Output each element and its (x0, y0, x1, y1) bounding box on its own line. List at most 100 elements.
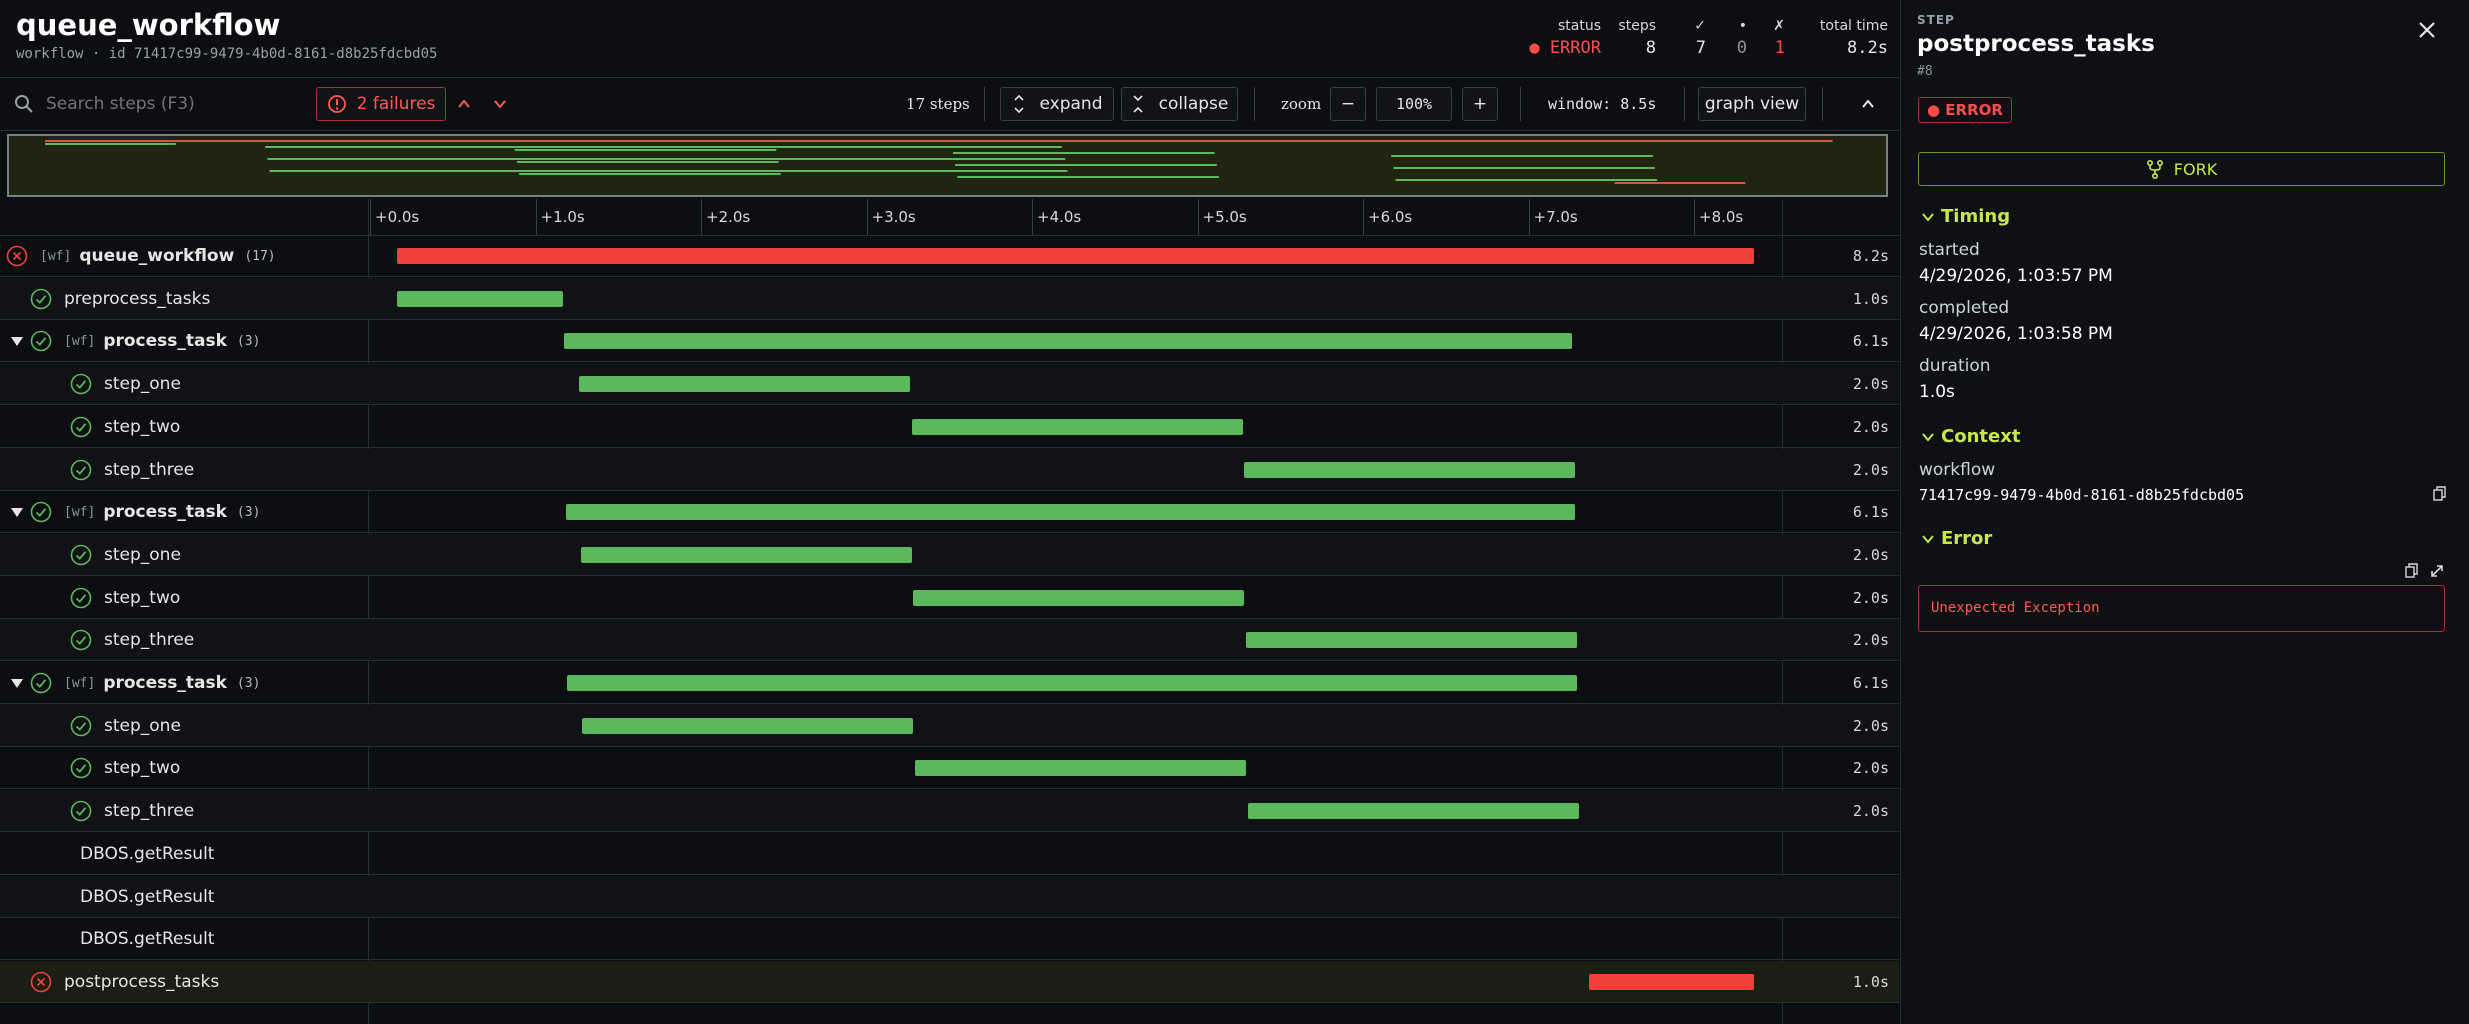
axis-tick: +0.0s (370, 199, 419, 235)
step-duration-bar[interactable] (397, 290, 563, 307)
step-row[interactable]: DBOS.getResult (0, 918, 1899, 961)
close-icon[interactable] (2417, 20, 2437, 40)
step-row[interactable]: DBOS.getResult (0, 875, 1899, 918)
expand-button[interactable]: expand (1000, 87, 1114, 121)
divider (1684, 87, 1685, 121)
step-duration-bar[interactable] (579, 376, 911, 393)
divider (984, 87, 985, 121)
step-name: DBOS.getResult (80, 929, 215, 950)
step-duration-bar[interactable] (1244, 461, 1576, 478)
step-duration-bar[interactable] (1588, 973, 1755, 990)
step-duration-bar[interactable] (565, 504, 1576, 521)
detail-title: postprocess_tasks (1917, 31, 2155, 57)
zoom-in-button[interactable]: + (1462, 87, 1498, 121)
step-duration-bar[interactable] (915, 760, 1246, 777)
failures-button[interactable]: 2 failures (316, 87, 446, 121)
timeline-minimap[interactable] (7, 134, 1888, 197)
step-row[interactable]: postprocess_tasks 1.0s (0, 960, 1899, 1003)
step-row[interactable]: DBOS.getResult (0, 833, 1899, 875)
step-row[interactable]: [wf] process_task (3) 6.1s (0, 320, 1899, 363)
copy-icon[interactable] (2433, 486, 2447, 502)
step-name: process_task (103, 331, 227, 352)
expand-icon[interactable] (2429, 563, 2445, 579)
chevron-down-icon[interactable] (1921, 532, 1935, 546)
duration-value: 1.0s (1919, 382, 1955, 402)
axis-tick-label: +4.0s (1037, 208, 1082, 226)
copy-icon[interactable] (2405, 563, 2419, 579)
workflow-tag: [wf] (64, 675, 96, 691)
workflow-header: queue_workflow workflow · id 71417c99-94… (0, 0, 1899, 78)
step-duration-bar[interactable] (1247, 803, 1579, 820)
divider (1822, 87, 1823, 121)
step-row[interactable]: [wf] process_task (3) 6.1s (0, 662, 1899, 704)
next-failure-icon[interactable] (492, 96, 508, 112)
step-row[interactable]: [wf] process_task (3) 6.1s (0, 491, 1899, 534)
error-circle-icon (6, 245, 28, 267)
prev-failure-icon[interactable] (456, 96, 472, 112)
check-circle-icon (30, 288, 52, 309)
step-row[interactable]: step_three 2.0s (0, 448, 1899, 491)
chevron-down-icon[interactable] (1921, 430, 1935, 444)
collapse-button[interactable]: collapse (1121, 87, 1238, 121)
axis-tick-label: +8.0s (1699, 208, 1744, 226)
fork-icon (2146, 159, 2163, 179)
step-duration-bar[interactable] (582, 717, 914, 734)
step-duration-bar[interactable] (564, 333, 1573, 350)
step-row[interactable]: step_two 2.0s (0, 406, 1899, 448)
time-axis: +0.0s +1.0s +2.0s +3.0s +4.0s +5.0s +6.0s +7.0s… (0, 199, 1899, 236)
step-duration-bar[interactable] (567, 675, 1577, 691)
divider (1254, 87, 1255, 121)
step-duration: 6.1s (1852, 332, 1889, 351)
chevron-down-icon[interactable] (1921, 210, 1935, 224)
started-label: started (1919, 240, 1980, 260)
step-duration-bar[interactable] (397, 248, 1755, 264)
child-count: (3) (236, 333, 261, 349)
collapse-minimap-icon[interactable] (1860, 96, 1876, 112)
step-row[interactable]: step_two 2.0s (0, 577, 1899, 619)
step-name: step_one (104, 544, 181, 565)
step-row[interactable]: step_three 2.0s (0, 619, 1899, 662)
detail-kicker: STEP (1917, 13, 1955, 27)
fork-button[interactable]: FORK (1918, 152, 2445, 186)
step-duration-bar[interactable] (911, 418, 1243, 435)
search-icon (15, 95, 33, 113)
child-count: (3) (236, 504, 261, 520)
step-row[interactable]: step_one 2.0s (0, 704, 1899, 747)
step-label: step_three (70, 449, 194, 491)
workflow-title: queue_workflow (16, 8, 281, 42)
step-duration-bar[interactable] (580, 546, 912, 563)
search-input[interactable] (44, 93, 298, 115)
step-row[interactable]: step_one 2.0s (0, 533, 1899, 576)
started-value: 4/29/2026, 1:03:57 PM (1919, 266, 2113, 286)
step-row[interactable]: step_one 2.0s (0, 363, 1899, 406)
step-duration: 8.2s (1852, 247, 1889, 265)
minimap-bar (45, 143, 176, 145)
step-name: step_one (104, 374, 181, 395)
caret-down-icon[interactable] (10, 677, 24, 689)
workflow-subtitle: workflow · id 71417c99-9479-4b0d-8161-d8… (16, 46, 438, 62)
zoom-out-button[interactable]: − (1330, 87, 1366, 121)
step-name: step_three (104, 459, 195, 480)
step-duration-bar[interactable] (913, 589, 1245, 606)
caret-down-icon[interactable] (10, 335, 24, 347)
step-duration-bar[interactable] (1246, 632, 1577, 649)
step-duration: 2.0s (1852, 545, 1889, 564)
step-label: DBOS.getResult (80, 833, 214, 875)
search-box[interactable] (14, 87, 304, 121)
step-row[interactable]: preprocess_tasks 1.0s (0, 277, 1899, 320)
minimap-bar (1614, 182, 1746, 184)
step-duration: 1.0s (1852, 972, 1889, 991)
step-row[interactable]: step_three 2.0s (0, 790, 1899, 833)
step-row[interactable]: [wf] queue_workflow (17) 8.2s (0, 235, 1899, 277)
error-section-header[interactable]: Error (1941, 528, 1992, 549)
error-circle-icon (30, 971, 52, 993)
context-section-header[interactable]: Context (1941, 426, 2020, 447)
timing-section-header[interactable]: Timing (1941, 206, 2010, 227)
step-duration: 6.1s (1852, 503, 1889, 522)
caret-down-icon[interactable] (10, 506, 24, 518)
zoom-value: 100% (1376, 87, 1452, 121)
minimap-bar (45, 140, 1833, 142)
minimap-bar (516, 161, 779, 163)
graph-view-button[interactable]: graph view (1698, 87, 1806, 121)
step-row[interactable]: step_two 2.0s (0, 747, 1899, 790)
